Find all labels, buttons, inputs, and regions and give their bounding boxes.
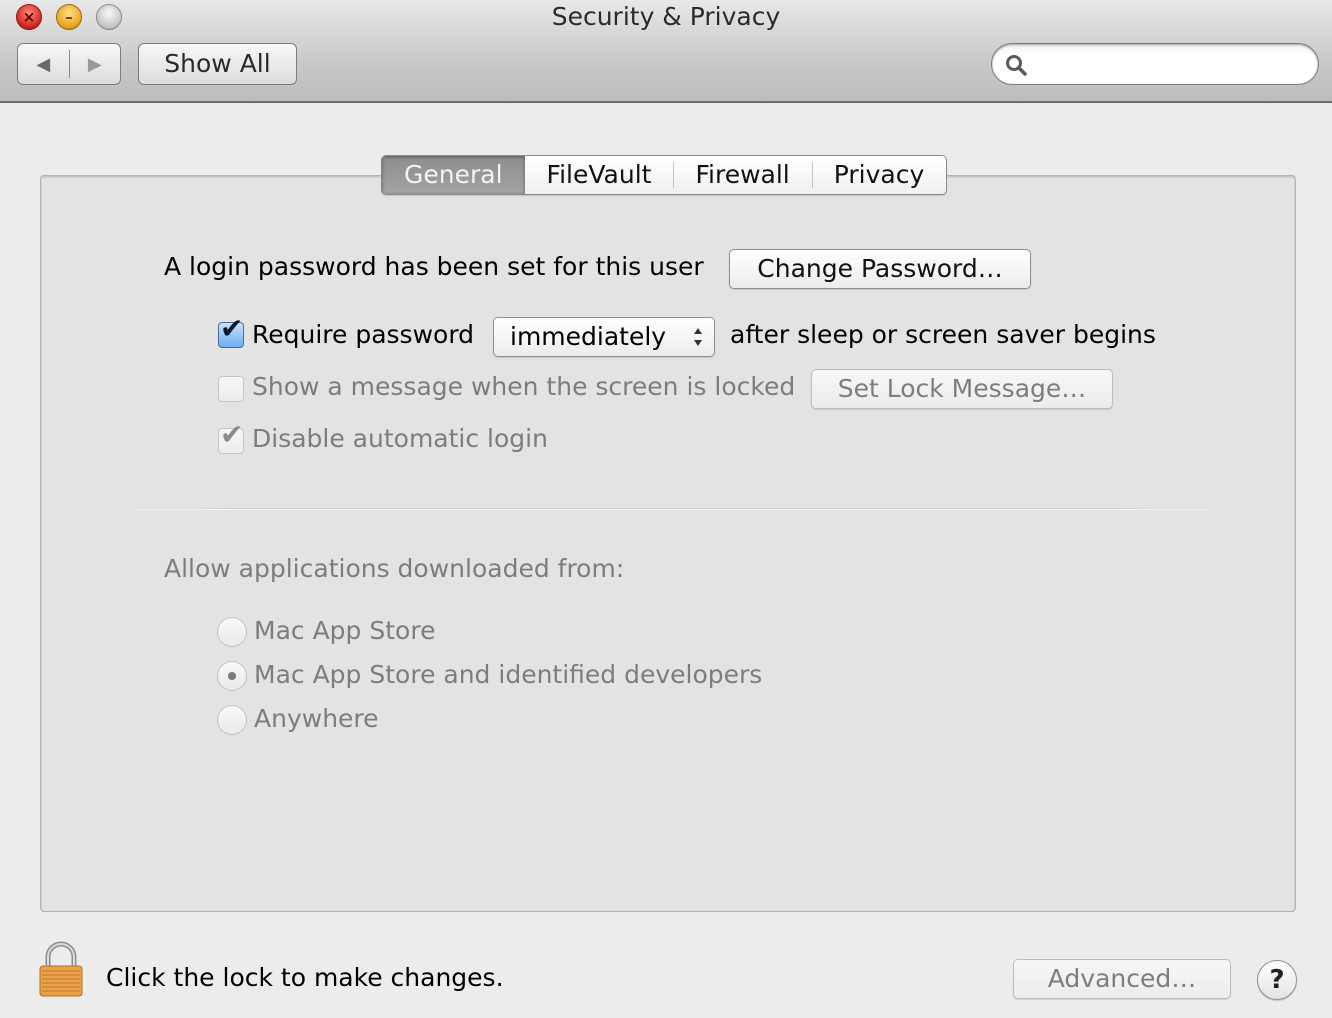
radio-selected-dot xyxy=(228,672,236,680)
tab-bar: General FileVault Firewall Privacy xyxy=(381,155,948,195)
radio-identified-developers[interactable] xyxy=(217,661,247,691)
question-mark-icon: ? xyxy=(1269,965,1285,995)
window-title: Security & Privacy xyxy=(551,2,781,31)
checkmark-icon: ✔ xyxy=(220,312,244,345)
back-forward-control: ◀ ▶ xyxy=(17,43,121,85)
disable-auto-login-checkbox[interactable]: ✔ xyxy=(218,421,244,454)
general-panel xyxy=(40,175,1296,912)
back-button[interactable]: ◀ xyxy=(18,44,69,84)
tab-general[interactable]: General xyxy=(382,156,525,194)
up-down-arrows-icon xyxy=(694,328,702,346)
tab-filevault[interactable]: FileVault xyxy=(525,156,674,194)
checkmark-icon: ✔ xyxy=(220,418,244,451)
require-password-checkbox[interactable]: ✔ xyxy=(218,315,244,348)
require-password-label: Require password xyxy=(252,320,475,349)
help-button[interactable]: ? xyxy=(1257,960,1297,1000)
login-password-status: A login password has been set for this u… xyxy=(164,252,704,281)
title-bar: × – Security & Privacy ◀ ▶ Show All xyxy=(0,0,1332,103)
radio-anywhere[interactable] xyxy=(217,705,247,735)
forward-button[interactable]: ▶ xyxy=(70,44,121,84)
lock-status-text: Click the lock to make changes. xyxy=(106,963,504,992)
search-field[interactable] xyxy=(991,43,1319,85)
select-value: immediately xyxy=(510,322,667,351)
section-divider xyxy=(137,508,1209,510)
search-input[interactable] xyxy=(1034,50,1304,78)
change-password-button[interactable]: Change Password… xyxy=(729,249,1031,289)
disable-auto-login-label: Disable automatic login xyxy=(252,424,548,453)
tab-firewall[interactable]: Firewall xyxy=(673,156,811,194)
chevron-left-icon: ◀ xyxy=(36,53,51,75)
show-all-button[interactable]: Show All xyxy=(138,43,297,85)
tab-privacy[interactable]: Privacy xyxy=(811,156,947,194)
lock-icon[interactable] xyxy=(37,940,85,1000)
chevron-right-icon: ▶ xyxy=(87,53,102,75)
advanced-button[interactable]: Advanced… xyxy=(1013,959,1231,999)
radio-label-anywhere: Anywhere xyxy=(254,704,379,733)
require-password-delay-select[interactable]: immediately xyxy=(493,317,715,357)
radio-label-mac-app-store: Mac App Store xyxy=(254,616,436,645)
set-lock-message-button[interactable]: Set Lock Message… xyxy=(811,369,1113,409)
radio-mac-app-store[interactable] xyxy=(217,617,247,647)
require-password-suffix: after sleep or screen saver begins xyxy=(730,320,1156,349)
allow-apps-heading: Allow applications downloaded from: xyxy=(164,554,625,583)
show-lock-message-checkbox[interactable] xyxy=(218,376,244,402)
radio-label-identified-developers: Mac App Store and identified developers xyxy=(254,660,763,689)
show-lock-message-label: Show a message when the screen is locked xyxy=(252,372,796,401)
search-icon xyxy=(1006,55,1027,76)
